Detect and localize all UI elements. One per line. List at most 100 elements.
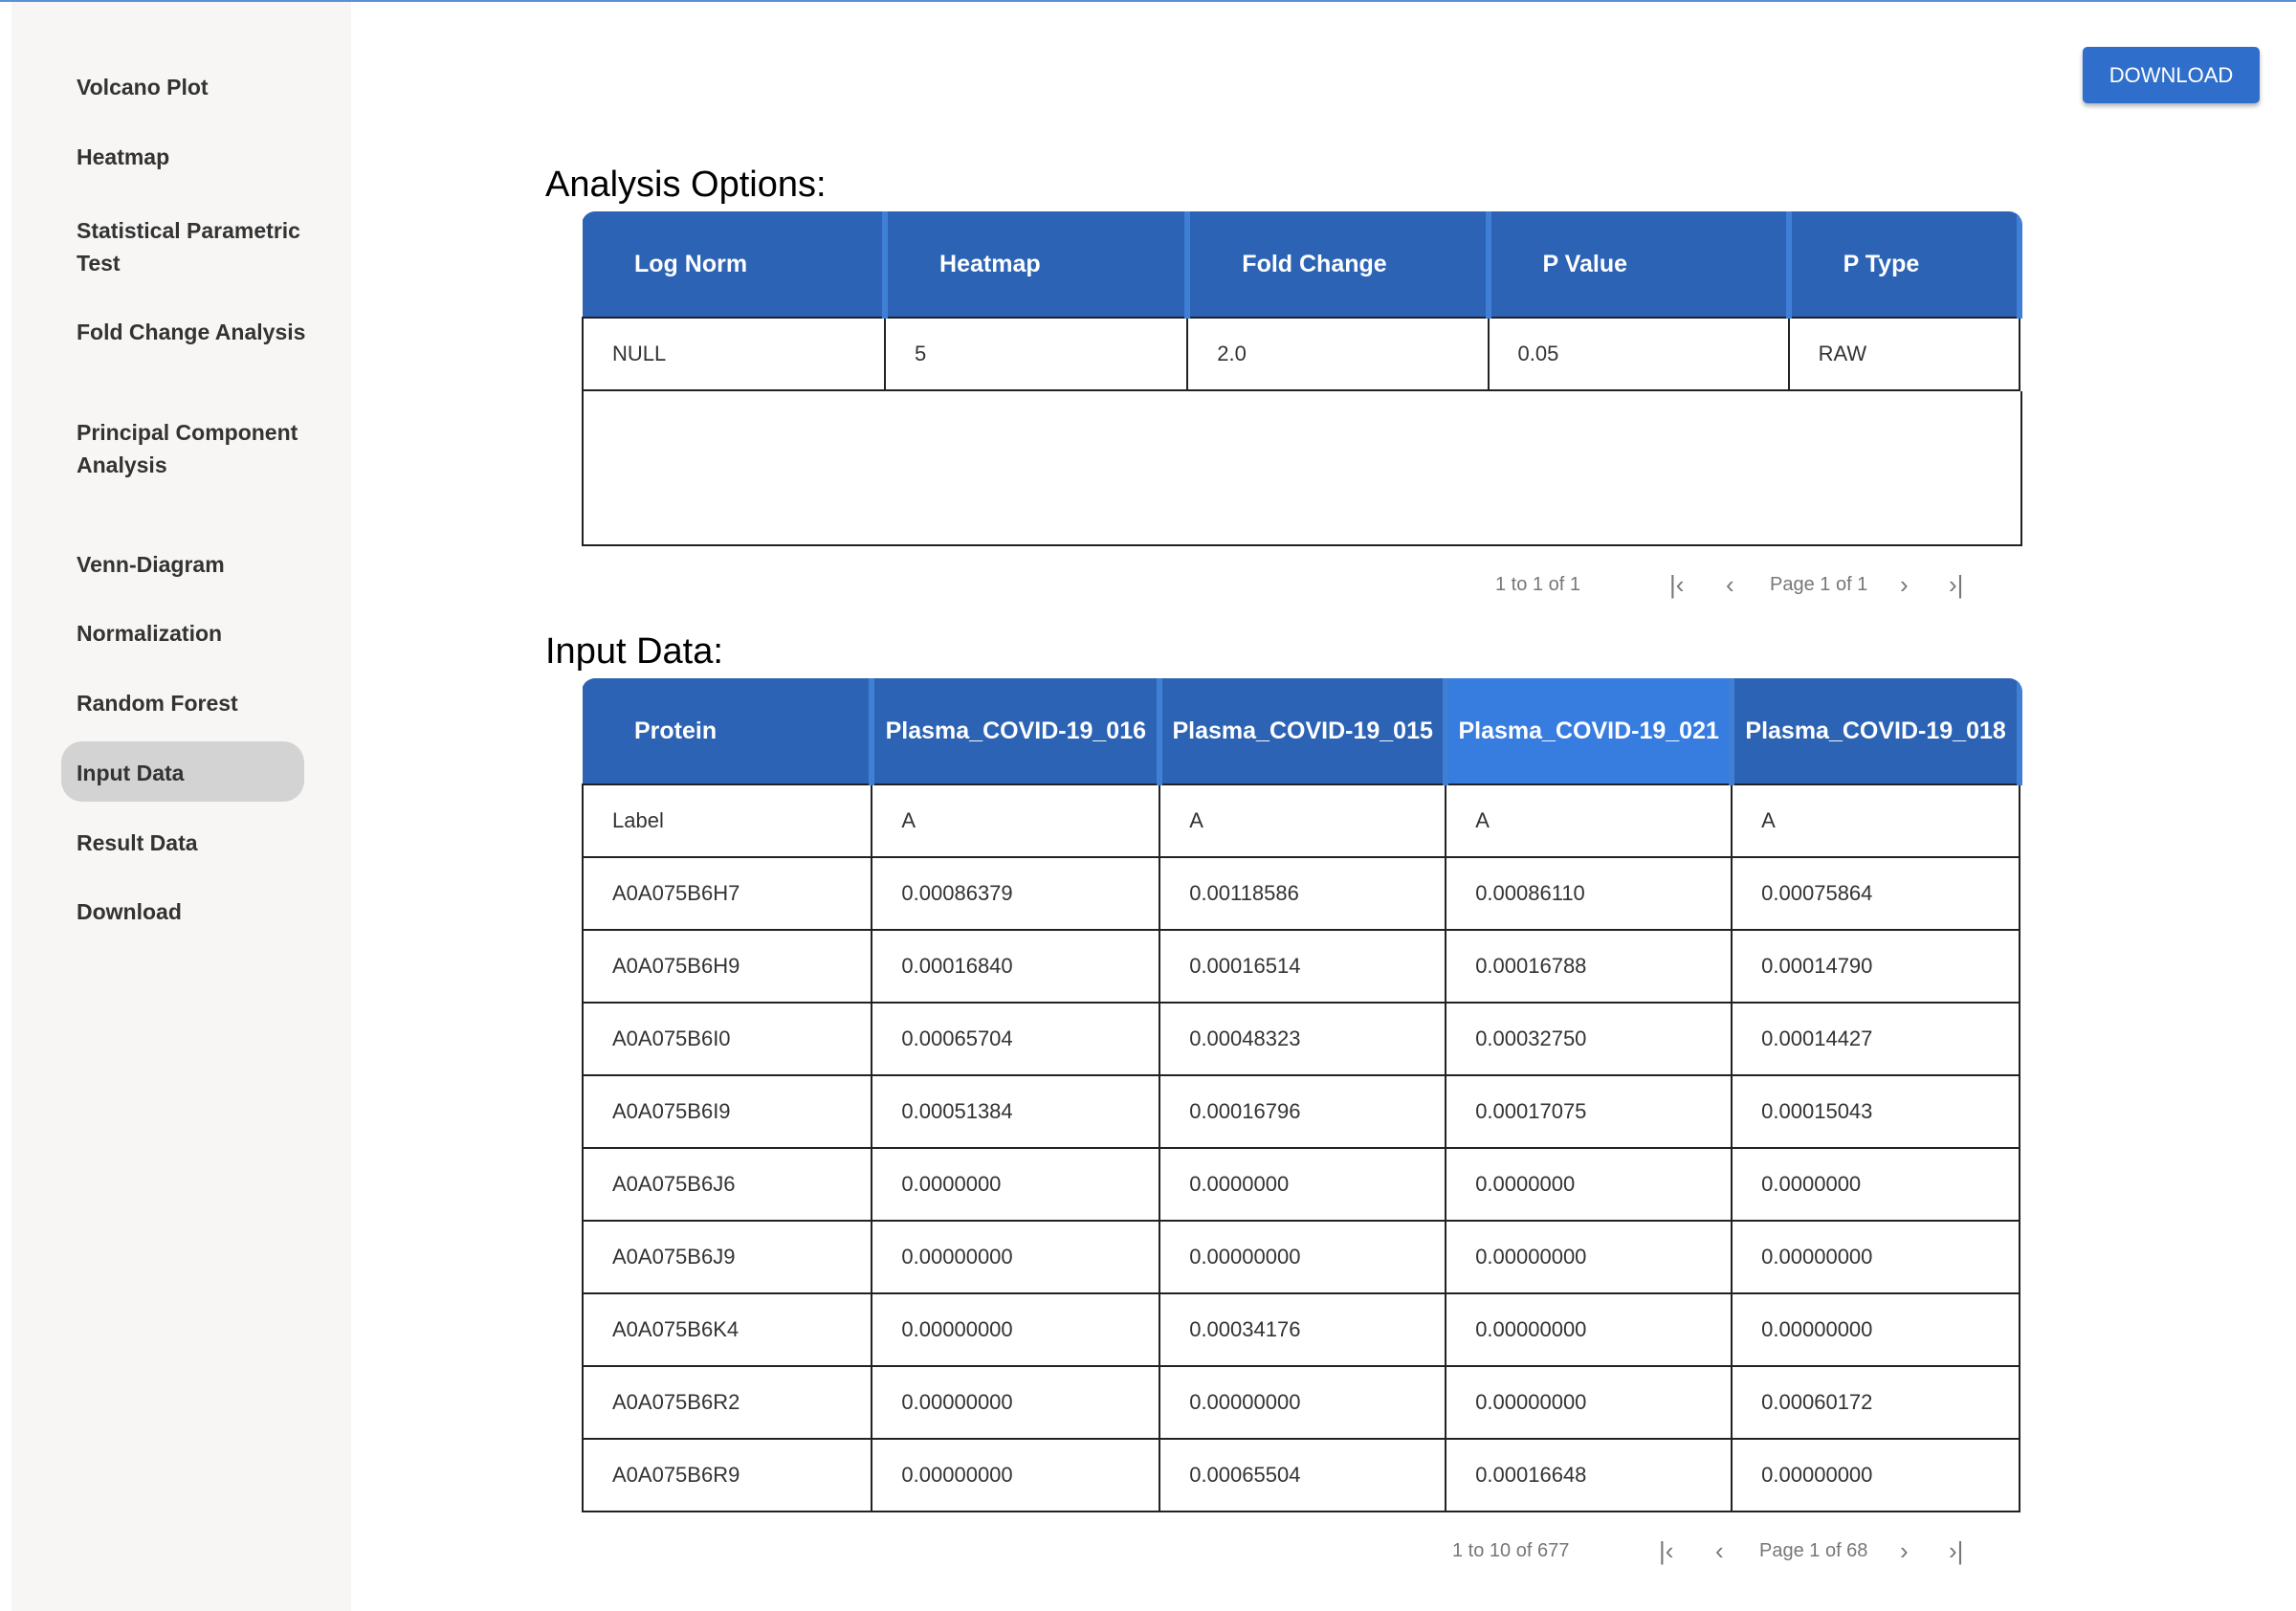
analysis-options-table: Log Norm Heatmap Fold Change P Value P Type N… [582,211,2022,391]
column-header[interactable]: Fold Change [1187,211,1491,318]
table-cell: A [1731,783,2020,858]
table-cell: A [1159,783,1447,858]
sidebar-item-venn-diagram[interactable]: Venn-Diagram [77,548,306,581]
table-cell: 0.00014790 [1731,929,2020,1004]
table-cell: 0.00016796 [1159,1074,1447,1149]
column-header[interactable]: Plasma_COVID-19_015 [1159,678,1449,784]
first-page-icon[interactable]: |‹ [1659,1536,1673,1566]
table-cell: 0.00000000 [871,1220,1161,1294]
first-page-icon[interactable]: |‹ [1669,570,1684,600]
analysis-table-empty-area [582,391,2022,546]
sidebar-item-volcano-plot[interactable]: Volcano Plot [77,71,306,103]
table-cell: 0.00060172 [1731,1365,2020,1440]
table-cell: 0.00000000 [871,1292,1161,1367]
table-cell: A0A075B6J9 [582,1220,873,1294]
table-cell: 0.00017075 [1445,1074,1733,1149]
table-cell: 0.00065704 [871,1002,1161,1076]
table-row: A0A075B6I0 0.00065704 0.00048323 0.00032750… [582,1002,2020,1076]
table-cell: 0.00000000 [1159,1220,1447,1294]
table-row: A0A075B6R9 0.00000000 0.00065504 0.00016648… [582,1438,2020,1512]
table-cell: 0.00000000 [1445,1292,1733,1367]
page-indicator: Page 1 of 68 [1759,1540,1868,1561]
table-row: A0A075B6I9 0.00051384 0.00016796 0.00017075… [582,1074,2020,1149]
sidebar-item-principal-component-analysis[interactable]: Principal Component Analysis [77,416,306,481]
table-cell: 0.00000000 [871,1365,1161,1440]
sidebar-item-heatmap[interactable]: Heatmap [77,141,306,173]
column-header[interactable]: P Value [1488,211,1792,318]
column-header[interactable]: Plasma_COVID-19_018 [1732,678,2022,784]
column-header[interactable]: Plasma_COVID-19_021 [1446,678,1735,784]
table-row: A0A075B6J6 0.0000000 0.0000000 0.0000000 0.0… [582,1147,2020,1222]
table-cell: 0.0000000 [1445,1147,1733,1222]
input-data-table: Protein Plasma_COVID-19_016 Plasma_COVID-1… [582,678,2022,1512]
table-cell: 0.00048323 [1159,1002,1447,1076]
last-page-icon[interactable]: ›| [1949,1536,1963,1566]
table-cell: 0.00000000 [1731,1292,2020,1367]
pagination-summary: 1 to 10 of 677 [1452,1540,1570,1561]
download-button[interactable]: DOWNLOAD [2083,47,2260,103]
next-page-icon[interactable]: › [1900,570,1909,600]
column-header[interactable]: Log Norm [583,211,889,318]
prev-page-icon[interactable]: ‹ [1726,570,1734,600]
table-cell: A0A075B6I0 [582,1002,873,1076]
table-cell: RAW [1787,317,2021,391]
table-cell: 0.00051384 [871,1074,1161,1149]
pagination-summary: 1 to 1 of 1 [1495,574,1580,595]
table-row: NULL 5 2.0 0.05 RAW [582,317,2021,391]
sidebar-item-input-data[interactable]: Input Data [77,757,306,789]
last-page-icon[interactable]: ›| [1949,570,1963,600]
table-cell: 0.00000000 [1445,1365,1733,1440]
table-cell: 0.00118586 [1159,856,1447,931]
table-cell: 0.05 [1487,317,1790,391]
column-header[interactable]: Protein [583,678,875,784]
table-cell: 0.00016840 [871,929,1161,1004]
table-cell: 0.00032750 [1445,1002,1733,1076]
table-cell: A0A075B6H7 [582,856,873,931]
table-cell: 0.00000000 [1159,1365,1447,1440]
input-data-title: Input Data: [545,631,723,672]
table-cell: 0.00014427 [1731,1002,2020,1076]
sidebar-item-normalization[interactable]: Normalization [77,617,306,650]
analysis-options-title: Analysis Options: [545,165,827,205]
sidebar-item-download[interactable]: Download [77,895,306,928]
table-cell: Label [582,783,873,858]
column-header[interactable]: P Type [1788,211,2022,318]
table-cell: A0A075B6R9 [582,1438,873,1512]
table-cell: 5 [884,317,1189,391]
table-cell: 2.0 [1186,317,1490,391]
column-header[interactable]: Plasma_COVID-19_016 [872,678,1163,784]
table-cell: 0.00086110 [1445,856,1733,931]
table-cell: 0.00016514 [1159,929,1447,1004]
table-row: A0A075B6R2 0.00000000 0.00000000 0.00000000… [582,1365,2020,1440]
table-cell: 0.00086379 [871,856,1161,931]
table-cell: 0.00015043 [1731,1074,2020,1149]
page-indicator: Page 1 of 1 [1770,574,1868,595]
next-page-icon[interactable]: › [1900,1536,1909,1566]
table-cell: 0.00000000 [1445,1220,1733,1294]
table-cell: 0.00016648 [1445,1438,1733,1512]
sidebar-item-random-forest[interactable]: Random Forest [77,687,306,719]
table-cell: NULL [582,317,887,391]
table-cell: 0.00034176 [1159,1292,1447,1367]
table-cell: 0.00075864 [1731,856,2020,931]
sidebar-item-fold-change-analysis[interactable]: Fold Change Analysis [77,316,306,348]
table-cell: 0.00016788 [1445,929,1733,1004]
sidebar: Volcano Plot Heatmap Statistical Parametri… [11,2,351,1611]
prev-page-icon[interactable]: ‹ [1715,1536,1724,1566]
sidebar-item-statistical-parametric-test[interactable]: Statistical Parametric Test [77,214,306,279]
table-cell: 0.00065504 [1159,1438,1447,1512]
table-cell: A0A075B6K4 [582,1292,873,1367]
table-cell: A0A075B6R2 [582,1365,873,1440]
table-cell: 0.0000000 [871,1147,1161,1222]
table-cell: A0A075B6I9 [582,1074,873,1149]
table-cell: 0.00000000 [1731,1220,2020,1294]
table-cell: A [1445,783,1733,858]
table-cell: 0.0000000 [1159,1147,1447,1222]
table-row: A0A075B6K4 0.00000000 0.00034176 0.00000000… [582,1292,2020,1367]
table-row: Label A A A A [582,783,2020,858]
sidebar-item-result-data[interactable]: Result Data [77,827,306,859]
column-header[interactable]: Heatmap [885,211,1191,318]
table-row: A0A075B6H9 0.00016840 0.00016514 0.00016788… [582,929,2020,1004]
table-cell: 0.00000000 [871,1438,1161,1512]
table-cell: 0.00000000 [1731,1438,2020,1512]
